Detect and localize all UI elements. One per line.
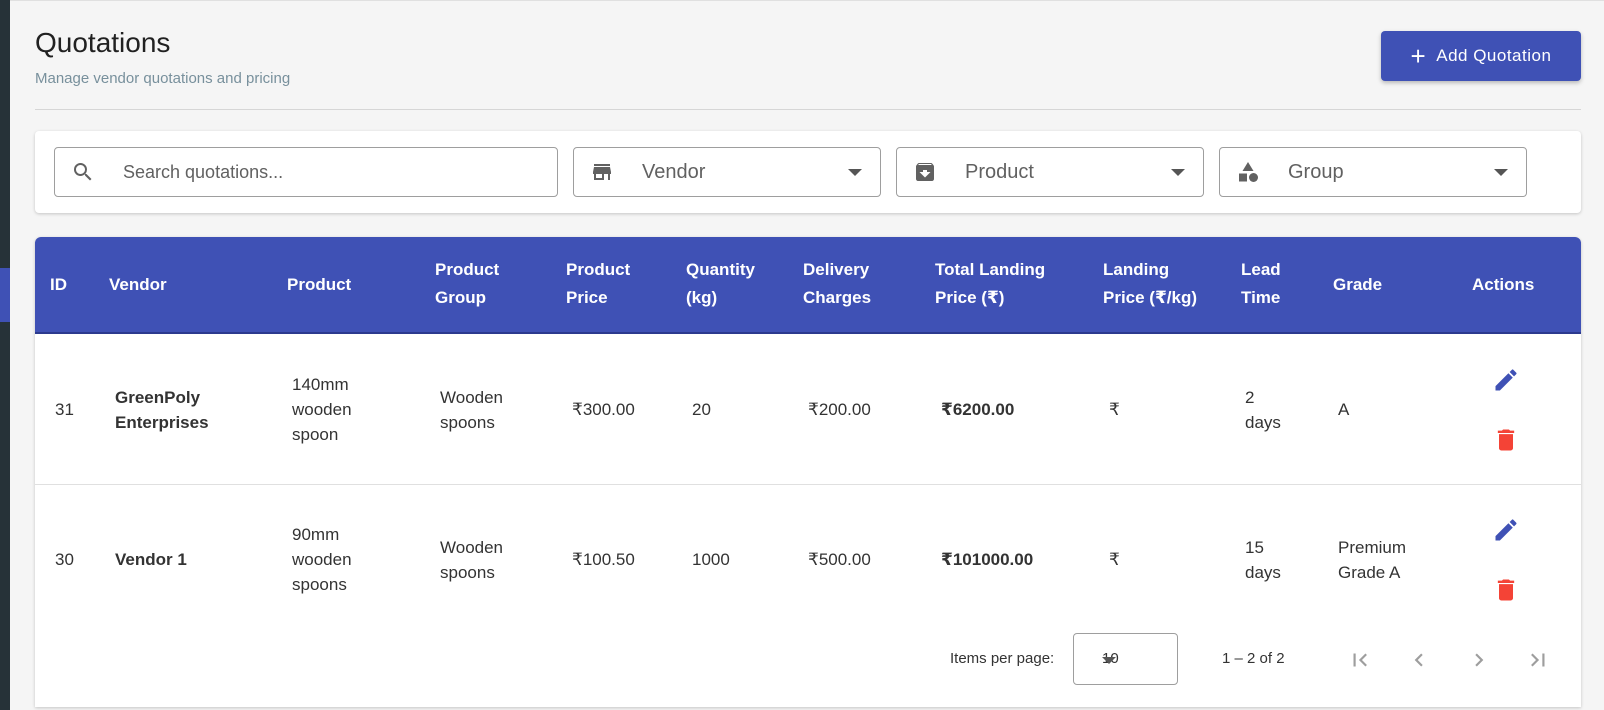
side-nav-rail (0, 0, 10, 710)
cell-product-price: ₹300.00 (572, 400, 635, 419)
cell-vendor: GreenPoly Enterprises (115, 388, 209, 432)
delete-icon[interactable] (1492, 576, 1520, 604)
cell-grade: A (1338, 400, 1350, 419)
category-icon (1239, 162, 1258, 182)
column-header-landing-price-per-kg[interactable]: Landing Price (₹/kg) (1103, 256, 1197, 312)
cell-delivery-charges: ₹500.00 (808, 550, 871, 569)
cell-id: 30 (55, 550, 74, 569)
delete-icon[interactable] (1492, 426, 1520, 454)
vendor-select-label: Vendor (642, 160, 706, 183)
chevron-down-icon (1494, 169, 1508, 176)
cell-product: 140mm wooden spoon (292, 375, 352, 444)
cell-product: 90mm wooden spoons (292, 525, 352, 594)
previous-page-icon[interactable] (1406, 647, 1432, 673)
column-header-vendor[interactable]: Vendor (109, 271, 167, 299)
cell-product-group: Wooden spoons (440, 538, 504, 582)
group-select[interactable]: Group (1219, 147, 1527, 197)
column-header-delivery-charges[interactable]: Delivery Charges (803, 256, 871, 312)
page-size-select[interactable]: 10 (1073, 633, 1178, 685)
page-title: Quotations (35, 27, 171, 58)
column-header-lead-time[interactable]: Lead Time (1241, 256, 1281, 312)
side-nav-active-indicator (0, 268, 10, 322)
cell-delivery-charges: ₹200.00 (808, 400, 871, 419)
cell-landing-price: ₹ (1109, 400, 1120, 419)
archive-icon (916, 163, 934, 181)
column-header-product-group[interactable]: Product Group (435, 256, 499, 312)
quotations-table: ID Vendor Product Product Group Product Pr… (35, 237, 1581, 707)
column-header-grade[interactable]: Grade (1333, 271, 1382, 299)
filter-bar: Vendor Product Group (35, 131, 1581, 213)
add-icon: + (1410, 41, 1427, 71)
items-per-page-label: Items per page: (950, 650, 1055, 667)
next-page-icon[interactable] (1466, 647, 1492, 673)
cell-lead-time: 2 days (1245, 388, 1281, 432)
group-select-label: Group (1288, 160, 1344, 183)
chevron-down-icon (1171, 169, 1185, 176)
vendor-select[interactable]: Vendor (573, 147, 881, 197)
cell-quantity: 1000 (692, 550, 730, 569)
header-divider (35, 109, 1581, 110)
table-row[interactable]: 30 Vendor 1 90mm wooden spoons Wooden spoon… (35, 485, 1581, 636)
add-quotation-label: Add Quotation (1436, 46, 1552, 65)
cell-vendor: Vendor 1 (115, 550, 187, 569)
cell-product-price: ₹100.50 (572, 550, 635, 569)
page-range-label: 1 – 2 of 2 (1222, 650, 1285, 667)
product-select-label: Product (965, 160, 1034, 183)
page-subtitle: Manage vendor quotations and pricing (35, 70, 291, 87)
product-select[interactable]: Product (896, 147, 1204, 197)
add-quotation-button[interactable]: + Add Quotation (1381, 31, 1581, 81)
table-header: ID Vendor Product Product Group Product Pr… (35, 237, 1581, 334)
paginator: Items per page: 10 1 – 2 of 2 (35, 625, 1581, 691)
search-icon (74, 163, 92, 181)
store-icon (593, 164, 611, 180)
column-header-product-price[interactable]: Product Price (566, 256, 630, 312)
last-page-icon[interactable] (1525, 647, 1551, 673)
chevron-down-icon (848, 169, 862, 176)
chevron-down-icon (1102, 657, 1116, 664)
cell-total-landing-price: ₹6200.00 (941, 400, 1015, 419)
cell-product-group: Wooden spoons (440, 388, 504, 432)
cell-id: 31 (55, 400, 74, 419)
cell-lead-time: 15 days (1245, 538, 1281, 582)
cell-grade: Premium Grade A (1338, 538, 1407, 582)
edit-icon[interactable] (1492, 516, 1520, 544)
cell-landing-price: ₹ (1109, 550, 1120, 569)
top-border (10, 0, 1604, 1)
cell-quantity: 20 (692, 400, 711, 419)
cell-total-landing-price: ₹101000.00 (941, 550, 1034, 569)
table-row[interactable]: 31 GreenPoly Enterprises 140mm wooden spoon… (35, 334, 1581, 485)
search-input[interactable] (123, 158, 543, 186)
column-header-actions: Actions (1472, 275, 1535, 294)
column-header-total-landing-price[interactable]: Total Landing Price (₹) (935, 256, 1045, 312)
edit-icon[interactable] (1492, 366, 1520, 394)
column-header-quantity[interactable]: Quantity (kg) (686, 256, 755, 312)
column-header-id[interactable]: ID (50, 271, 67, 299)
column-header-product[interactable]: Product (287, 271, 351, 299)
search-field[interactable] (54, 147, 558, 197)
first-page-icon[interactable] (1347, 647, 1373, 673)
